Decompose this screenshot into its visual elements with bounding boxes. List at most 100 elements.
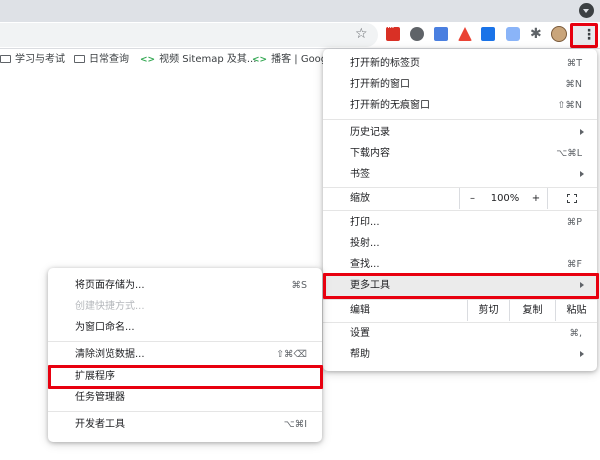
menu-separator: [48, 411, 322, 412]
menu-item-shortcut: ⌘S: [291, 280, 307, 291]
avatar[interactable]: [551, 26, 567, 42]
extension-red-dots-icon[interactable]: [386, 23, 400, 41]
cut-button[interactable]: 剪切: [467, 300, 509, 321]
chevron-right-icon: [580, 129, 584, 135]
menu-separator: [48, 341, 322, 342]
menu-item-new-window[interactable]: 打开新的窗口 ⌘N: [323, 74, 597, 95]
cut-label: 剪切: [478, 305, 499, 316]
menu-item-clear-data[interactable]: 清除浏览数据... ⇧⌘⌫: [48, 344, 322, 365]
zoom-out-button[interactable]: –: [459, 188, 485, 209]
menu-item-shortcut: ⌘P: [566, 217, 582, 228]
menu-item-label: 清除浏览数据...: [75, 349, 145, 360]
puzzle-icon[interactable]: ✱: [530, 27, 543, 41]
bookmark-label: 播客 | Goog: [271, 54, 328, 65]
menu-item-label: 将页面存储为...: [75, 280, 145, 291]
menu-item-more-tools[interactable]: 更多工具: [323, 275, 597, 296]
menu-item-new-tab[interactable]: 打开新的标签页 ⌘T: [323, 53, 597, 74]
extension-triangle-icon[interactable]: [458, 27, 472, 41]
chrome-main-menu: 打开新的标签页 ⌘T 打开新的窗口 ⌘N 打开新的无痕窗口 ⇧⌘N 历史记录 下…: [323, 49, 597, 371]
menu-item-label: 查找...: [350, 259, 380, 270]
more-vert-button[interactable]: ⋮: [570, 23, 598, 48]
more-vert-icon: ⋮: [582, 27, 596, 43]
menu-item-label: 书签: [350, 169, 370, 180]
menu-item-shortcut: ⌘,: [569, 328, 582, 339]
folder-icon: [0, 55, 11, 63]
menu-item-label: 更多工具: [350, 280, 390, 291]
extension-tag-icon[interactable]: [506, 27, 520, 41]
menu-item-label: 打印...: [350, 217, 380, 228]
bookmark-label: 学习与考试: [15, 54, 65, 65]
menu-item-label: 打开新的标签页: [350, 58, 420, 69]
menu-item-label: 设置: [350, 328, 370, 339]
menu-item-settings[interactable]: 设置 ⌘,: [323, 323, 597, 344]
menu-item-label: 创建快捷方式...: [75, 301, 145, 312]
menu-item-shortcut: ⌘N: [565, 79, 582, 90]
paste-button[interactable]: 粘贴: [555, 300, 597, 321]
bookmark-folder[interactable]: 日常查询: [74, 52, 129, 68]
menu-item-shortcut: ⇧⌘N: [557, 100, 582, 111]
menu-item-save-page[interactable]: 将页面存储为... ⌘S: [48, 275, 322, 296]
menu-item-label: 扩展程序: [75, 371, 115, 382]
menu-item-label: 任务管理器: [75, 392, 125, 403]
menu-item-dev-tools[interactable]: 开发者工具 ⌥⌘I: [48, 414, 322, 435]
chevron-right-icon: [580, 282, 584, 288]
menu-item-label: 历史记录: [350, 127, 390, 138]
fullscreen-icon: [567, 194, 577, 203]
menu-item-downloads[interactable]: 下载内容 ⌥⌘L: [323, 143, 597, 164]
menu-item-print[interactable]: 打印... ⌘P: [323, 212, 597, 233]
menu-item-label: 开发者工具: [75, 419, 125, 430]
bookmark-label: 日常查询: [89, 54, 129, 65]
address-bar[interactable]: [0, 23, 378, 47]
chevron-right-icon: [580, 351, 584, 357]
zoom-minus-label: –: [470, 193, 475, 204]
menu-separator: [323, 119, 597, 120]
menu-item-help[interactable]: 帮助: [323, 344, 597, 365]
tab-strip: [0, 0, 600, 22]
menu-item-task-manager[interactable]: 任务管理器: [48, 387, 322, 408]
menu-item-label: 打开新的窗口: [350, 79, 410, 90]
menu-item-label: 打开新的无痕窗口: [350, 100, 430, 111]
menu-item-cast[interactable]: 投射...: [323, 233, 597, 254]
menu-item-bookmarks[interactable]: 书签: [323, 164, 597, 185]
menu-item-shortcut: ⌥⌘I: [283, 419, 307, 430]
code-icon: <>: [140, 55, 156, 65]
browser-toolbar: ☆ ✱ ⋮: [0, 22, 600, 49]
menu-item-label: 编辑: [350, 305, 370, 316]
menu-item-shortcut: ⌥⌘L: [556, 148, 582, 159]
extension-circle-icon[interactable]: [410, 27, 424, 41]
more-tools-submenu: 将页面存储为... ⌘S 创建快捷方式... 为窗口命名... 清除浏览数据..…: [48, 268, 322, 442]
menu-item-label: 投射...: [350, 238, 380, 249]
menu-item-label: 帮助: [350, 349, 370, 360]
menu-item-label: 缩放: [350, 193, 370, 204]
menu-item-zoom: 缩放 – 100% +: [323, 188, 597, 209]
zoom-in-button[interactable]: +: [525, 188, 547, 209]
menu-item-new-incognito[interactable]: 打开新的无痕窗口 ⇧⌘N: [323, 95, 597, 116]
copy-button[interactable]: 复制: [509, 300, 555, 321]
extension-blue-s-icon[interactable]: [481, 27, 495, 41]
bookmark-folder[interactable]: 学习与考试: [0, 52, 65, 68]
star-icon[interactable]: ☆: [355, 24, 368, 44]
bookmark-link[interactable]: <> 播客 | Goog: [252, 52, 327, 68]
bookmark-label: 视频 Sitemap 及其...: [159, 54, 257, 65]
menu-item-extensions[interactable]: 扩展程序: [48, 366, 322, 387]
paste-label: 粘贴: [566, 305, 587, 316]
menu-item-create-shortcut: 创建快捷方式...: [48, 296, 322, 317]
zoom-plus-label: +: [531, 193, 541, 204]
menu-item-shortcut: ⌘F: [567, 259, 582, 270]
menu-item-history[interactable]: 历史记录: [323, 122, 597, 143]
menu-item-name-window[interactable]: 为窗口命名...: [48, 317, 322, 338]
menu-item-label: 下载内容: [350, 148, 390, 159]
menu-item-find[interactable]: 查找... ⌘F: [323, 254, 597, 275]
zoom-value: 100%: [485, 188, 525, 209]
code-icon: <>: [252, 55, 268, 65]
tab-search-icon[interactable]: [579, 3, 594, 18]
copy-label: 复制: [522, 305, 543, 316]
extension-translate-icon[interactable]: [434, 27, 448, 41]
menu-item-shortcut: ⌘T: [566, 58, 582, 69]
bookmark-link[interactable]: <> 视频 Sitemap 及其...: [140, 52, 256, 68]
zoom-value-label: 100%: [490, 193, 520, 204]
menu-item-label: 为窗口命名...: [75, 322, 135, 333]
fullscreen-button[interactable]: [547, 188, 597, 209]
menu-item-edit: 编辑 剪切 复制 粘贴: [323, 300, 597, 321]
menu-separator: [323, 210, 597, 211]
